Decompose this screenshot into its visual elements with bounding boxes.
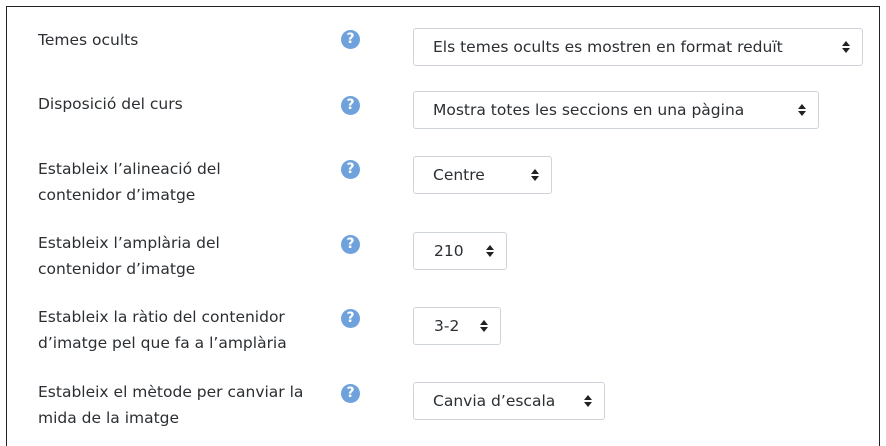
label-image-container-width: Estableix l’amplària del contenidor d’im… xyxy=(38,234,220,278)
select-value: Mostra totes les seccions en una pàgina xyxy=(433,101,745,119)
select-value: Els temes ocults es mostren en format re… xyxy=(433,38,783,56)
select-hidden-sections[interactable]: Els temes ocults es mostren en format re… xyxy=(413,28,863,66)
question-circle-icon[interactable]: ? xyxy=(341,309,360,328)
sort-arrows-icon xyxy=(583,395,592,407)
question-circle-icon[interactable]: ? xyxy=(341,384,360,403)
select-value: 3-2 xyxy=(434,317,460,335)
select-image-container-width[interactable]: 210 xyxy=(413,232,507,270)
question-circle-icon[interactable]: ? xyxy=(341,30,360,49)
sort-arrows-icon xyxy=(530,169,539,181)
sort-arrows-icon xyxy=(485,245,494,257)
sort-arrows-icon xyxy=(797,104,806,116)
select-image-container-alignment[interactable]: Centre xyxy=(413,156,552,194)
select-value: 210 xyxy=(434,242,464,260)
label-image-container-alignment: Estableix l’alineació del contenidor d’i… xyxy=(38,160,221,204)
select-course-layout[interactable]: Mostra totes les seccions en una pàgina xyxy=(413,91,819,129)
label-hidden-sections: Temes ocults xyxy=(38,31,139,49)
question-circle-icon[interactable]: ? xyxy=(341,160,360,179)
sort-arrows-icon xyxy=(479,320,488,332)
label-image-resize-method: Estableix el mètode per canviar la mida … xyxy=(38,383,304,427)
select-value: Canvia d’escala xyxy=(433,392,556,410)
select-image-container-ratio[interactable]: 3-2 xyxy=(413,307,501,345)
select-image-resize-method[interactable]: Canvia d’escala xyxy=(413,382,605,420)
question-circle-icon[interactable]: ? xyxy=(341,235,360,254)
select-value: Centre xyxy=(433,166,485,184)
sort-arrows-icon xyxy=(841,41,850,53)
label-course-layout: Disposició del curs xyxy=(38,95,183,113)
question-circle-icon[interactable]: ? xyxy=(341,96,360,115)
label-image-container-ratio: Estableix la ràtio del contenidor d’imat… xyxy=(38,308,287,352)
